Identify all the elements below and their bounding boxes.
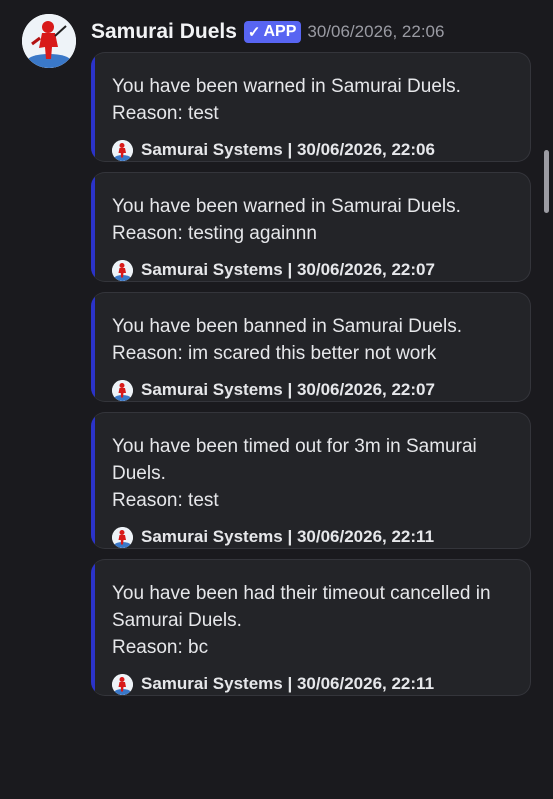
embed-footer: Samurai Systems | 30/06/2026, 22:06 <box>112 139 516 161</box>
samurai-footer-icon <box>112 379 133 401</box>
samurai-footer-icon <box>112 673 133 695</box>
embed-reason-line: Reason: bc <box>112 637 209 658</box>
embed-card: You have been banned in Samurai Duels. R… <box>91 292 531 402</box>
message-header: Samurai Duels ✓ APP 30/06/2026, 22:06 <box>91 18 444 46</box>
embed-description-line: You have been timed out for 3m in Samura… <box>112 436 477 484</box>
embed-card: You have been had their timeout cancelle… <box>91 559 531 696</box>
embed-reason-line: Reason: im scared this better not work <box>112 343 437 364</box>
embed-description: You have been had their timeout cancelle… <box>112 580 516 661</box>
embed-description: You have been warned in Samurai Duels. R… <box>112 73 516 127</box>
app-badge-label: APP <box>263 23 297 40</box>
verified-check-icon: ✓ <box>247 24 261 41</box>
embed-footer-text: Samurai Systems | 30/06/2026, 22:07 <box>141 260 435 279</box>
embed-description: You have been warned in Samurai Duels. R… <box>112 193 516 247</box>
embed-description-line: You have been warned in Samurai Duels. <box>112 196 461 217</box>
scrollbar-thumb[interactable] <box>544 150 549 213</box>
embed-footer: Samurai Systems | 30/06/2026, 22:11 <box>112 673 516 695</box>
embed-description-line: You have been had their timeout cancelle… <box>112 583 491 631</box>
embed-footer-text: Samurai Systems | 30/06/2026, 22:11 <box>141 527 435 546</box>
author-username[interactable]: Samurai Duels <box>91 20 237 44</box>
embed-reason-line: Reason: test <box>112 490 219 511</box>
embed-footer-text: Samurai Systems | 30/06/2026, 22:07 <box>141 380 435 399</box>
embed-list: You have been warned in Samurai Duels. R… <box>91 52 531 706</box>
embed-footer: Samurai Systems | 30/06/2026, 22:11 <box>112 526 516 548</box>
embed-reason-line: Reason: testing againnn <box>112 223 317 244</box>
samurai-avatar-icon <box>22 14 76 68</box>
embed-card: You have been warned in Samurai Duels. R… <box>91 52 531 162</box>
embed-footer: Samurai Systems | 30/06/2026, 22:07 <box>112 379 516 401</box>
embed-description-line: You have been warned in Samurai Duels. <box>112 76 461 97</box>
author-avatar[interactable] <box>22 14 76 68</box>
samurai-footer-icon <box>112 526 133 548</box>
embed-card: You have been timed out for 3m in Samura… <box>91 412 531 549</box>
embed-description: You have been timed out for 3m in Samura… <box>112 433 516 514</box>
samurai-footer-icon <box>112 139 133 161</box>
embed-description-line: You have been banned in Samurai Duels. <box>112 316 462 337</box>
embed-footer: Samurai Systems | 30/06/2026, 22:07 <box>112 259 516 281</box>
embed-reason-line: Reason: test <box>112 103 219 124</box>
embed-footer-text: Samurai Systems | 30/06/2026, 22:11 <box>141 674 435 693</box>
embed-card: You have been warned in Samurai Duels. R… <box>91 172 531 282</box>
message-timestamp[interactable]: 30/06/2026, 22:06 <box>307 22 444 42</box>
embed-footer-text: Samurai Systems | 30/06/2026, 22:06 <box>141 140 435 159</box>
embed-description: You have been banned in Samurai Duels. R… <box>112 313 516 367</box>
samurai-footer-icon <box>112 259 133 281</box>
app-badge: ✓ APP <box>243 21 302 43</box>
